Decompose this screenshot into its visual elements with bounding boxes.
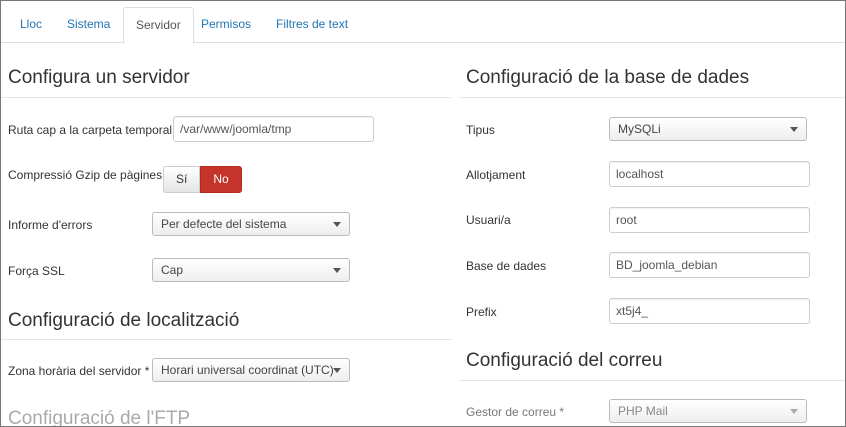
mail-section-title: Configuració del correu [466,350,663,371]
server-section-title: Configura un servidor [8,67,190,88]
tab-lloc[interactable]: Lloc [8,7,54,43]
ftp-section-title: Configuració de l'FTP [8,408,191,427]
database-section-divider [459,97,845,98]
db-host-label: Allotjament [466,168,526,182]
force-ssl-value: Cap [161,263,184,277]
db-user-field[interactable]: root [609,207,810,233]
error-reporting-label: Informe d'errors [8,218,93,232]
temp-path-field[interactable]: /var/www/joomla/tmp [173,116,374,142]
mailer-label: Gestor de correu * [466,405,565,419]
db-type-label: Tipus [466,123,495,137]
chevron-down-icon [333,368,341,373]
db-host-field[interactable]: localhost [609,161,810,187]
timezone-value: Horari universal coordinat (UTC) [161,363,334,377]
chevron-down-icon [333,268,341,273]
db-type-select[interactable]: MySQLi [609,117,807,141]
server-section-divider [1,97,451,98]
chevron-down-icon [790,127,798,132]
tab-permisos[interactable]: Permisos [189,7,263,43]
timezone-label: Zona horària del servidor * [8,364,150,378]
locale-section-divider [1,339,451,340]
mailer-select[interactable]: PHP Mail [609,399,807,423]
db-prefix-field[interactable]: xt5j4_ [609,298,810,324]
gzip-label: Compressió Gzip de pàgines [8,168,163,182]
db-name-field[interactable]: BD_joomla_debian [609,252,810,278]
mail-section-divider [459,380,845,381]
gzip-yes-button[interactable]: Sí [163,166,201,193]
gzip-toggle: Sí No [163,166,242,193]
gzip-no-button[interactable]: No [200,166,242,193]
tab-sistema[interactable]: Sistema [55,7,122,43]
force-ssl-label: Força SSL [8,264,65,278]
db-prefix-label: Prefix [466,305,497,319]
db-name-label: Base de dades [466,259,547,273]
chevron-down-icon [790,409,798,414]
tab-bar: Lloc Sistema Servidor Permisos Filtres d… [1,1,845,44]
tab-filtres-de-text[interactable]: Filtres de text [264,7,360,43]
database-section-title: Configuració de la base de dades [466,67,750,88]
locale-section-title: Configuració de localització [8,310,240,331]
mailer-value: PHP Mail [618,404,668,418]
tab-servidor[interactable]: Servidor [123,7,194,44]
config-window: Lloc Sistema Servidor Permisos Filtres d… [0,0,846,427]
error-reporting-select[interactable]: Per defecte del sistema [152,212,350,236]
chevron-down-icon [333,222,341,227]
force-ssl-select[interactable]: Cap [152,258,350,282]
db-type-value: MySQLi [618,122,661,136]
temp-path-label: Ruta cap a la carpeta temporal [8,123,173,137]
db-user-label: Usuari/a [466,213,511,227]
timezone-select[interactable]: Horari universal coordinat (UTC) [152,358,350,382]
error-reporting-value: Per defecte del sistema [161,217,287,231]
